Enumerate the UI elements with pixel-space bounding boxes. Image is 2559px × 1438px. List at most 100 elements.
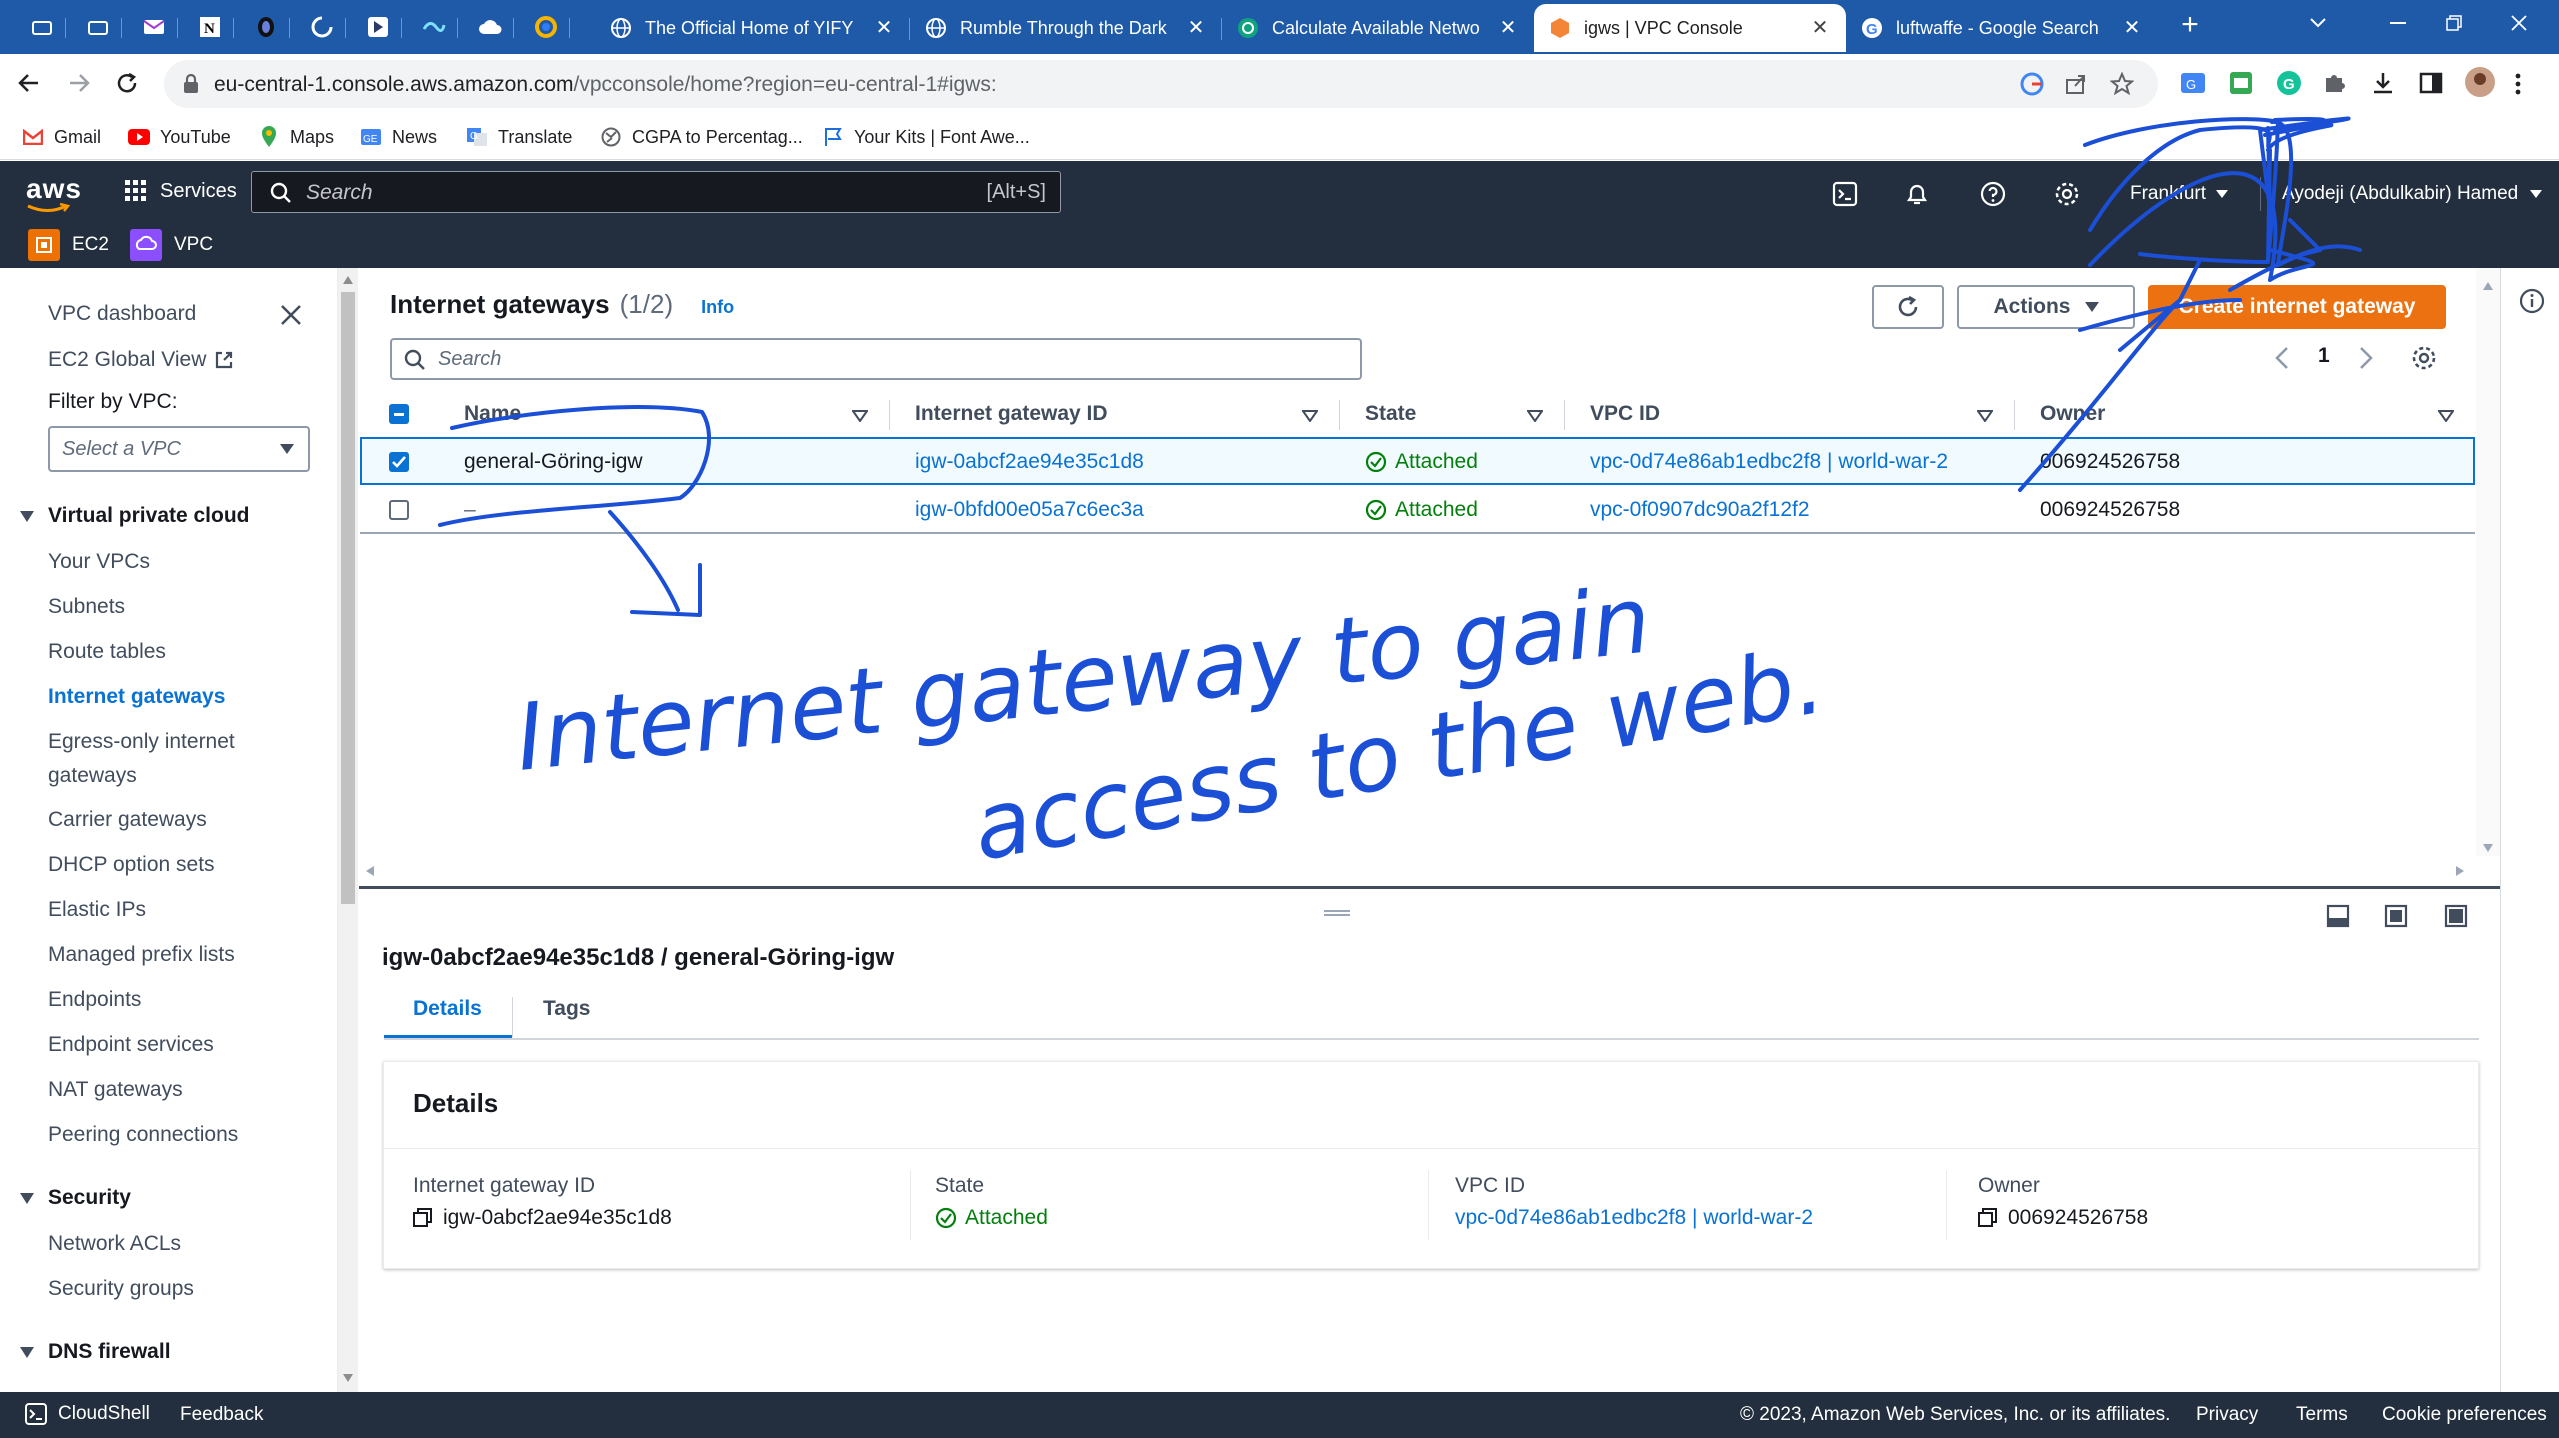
info-circle-icon[interactable] (2519, 288, 2545, 314)
more-menu-icon[interactable] (2514, 72, 2522, 96)
close-icon[interactable]: ✕ (1496, 16, 1520, 40)
field-value-vpc-id-link[interactable]: vpc-0d74e86ab1edbc2f8 | world-war-2 (1455, 1206, 1813, 1230)
nav-your-vpcs[interactable]: Your VPCs (48, 550, 150, 574)
nav-dhcp-option-sets[interactable]: DHCP option sets (48, 853, 215, 877)
bookmark-youtube[interactable]: YouTube (128, 114, 231, 160)
actions-button[interactable]: Actions (1957, 285, 2135, 329)
pinned-tab[interactable] (522, 6, 570, 48)
cloudshell-icon[interactable] (1830, 179, 1860, 209)
pinned-tab[interactable] (130, 6, 178, 48)
nav-egress-only-internet-gateways[interactable]: Egress-only internet (48, 730, 235, 754)
puzzle-icon[interactable] (2322, 70, 2348, 96)
bookmark-maps[interactable]: Maps (258, 114, 334, 160)
browser-tab[interactable]: Calculate Available Netwo ✕ (1222, 4, 1534, 52)
aws-logo[interactable]: aws (26, 173, 82, 205)
split-bottom-icon[interactable] (2326, 904, 2350, 928)
browser-tab-active[interactable]: igws | VPC Console ✕ (1534, 4, 1846, 52)
split-side-icon[interactable] (2384, 904, 2408, 928)
google-lens-icon[interactable] (2020, 72, 2044, 96)
nav-network-acls[interactable]: Network ACLs (48, 1232, 181, 1256)
nav-section-dns-firewall[interactable]: DNS firewall (18, 1340, 171, 1364)
copy-icon[interactable] (413, 1208, 433, 1228)
scroll-down-icon[interactable] (343, 1374, 353, 1382)
share-icon[interactable] (2064, 72, 2088, 96)
nav-route-tables[interactable]: Route tables (48, 640, 166, 664)
bookmark-translate[interactable]: G Translate (466, 114, 572, 160)
pinned-tab[interactable] (74, 6, 122, 48)
column-header-vpc-id[interactable]: VPC ID (1590, 402, 1660, 426)
pinned-tab[interactable] (298, 6, 346, 48)
address-bar[interactable]: eu-central-1.console.aws.amazon.com/vpcc… (164, 60, 2158, 108)
bookmark-font-awesome[interactable]: Your Kits | Font Awe... (822, 114, 1030, 160)
side-panel-icon[interactable] (2418, 70, 2444, 96)
nav-egress-only-internet-gateways-line2[interactable]: gateways (48, 764, 137, 788)
bookmark-news[interactable]: GE News (360, 114, 437, 160)
settings-gear-icon[interactable] (2052, 179, 2082, 209)
copy-icon[interactable] (1978, 1208, 1998, 1228)
nav-subnets[interactable]: Subnets (48, 595, 125, 619)
forward-button[interactable] (66, 70, 92, 96)
nav-ec2-global-view[interactable]: EC2 Global View (48, 348, 234, 372)
chevron-left-icon[interactable] (2274, 346, 2290, 370)
cell-vpc-id-link[interactable]: vpc-0d74e86ab1edbc2f8 | world-war-2 (1590, 450, 1948, 474)
translate-extension-icon[interactable]: G (2180, 70, 2206, 96)
star-icon[interactable] (2110, 72, 2134, 96)
avatar[interactable] (2464, 66, 2496, 98)
tab-search-button[interactable] (2278, 0, 2358, 46)
region-selector[interactable]: Frankfurt (2130, 183, 2229, 205)
column-header-name[interactable]: Name (464, 402, 521, 426)
bookmark-gmail[interactable]: Gmail (22, 114, 101, 160)
row-checkbox[interactable] (389, 500, 409, 520)
privacy-link[interactable]: Privacy (2196, 1404, 2258, 1426)
table-scrollbar[interactable] (2476, 268, 2500, 856)
pinned-tab[interactable] (466, 6, 514, 48)
nav-vpc-dashboard[interactable]: VPC dashboard (48, 302, 196, 326)
browser-tab[interactable]: G luftwaffe - Google Search ✕ (1846, 4, 2158, 52)
services-menu-button[interactable]: Services (124, 179, 237, 203)
favorite-vpc[interactable]: VPC (130, 229, 213, 261)
scroll-up-icon[interactable] (343, 276, 353, 284)
select-all-checkbox[interactable] (389, 404, 409, 424)
sort-caret-icon[interactable] (1527, 410, 1543, 422)
nav-security-groups[interactable]: Security groups (48, 1277, 194, 1301)
cell-gateway-id-link[interactable]: igw-0abcf2ae94e35c1d8 (915, 450, 1144, 474)
create-internet-gateway-button[interactable]: Create internet gateway (2148, 285, 2446, 329)
terms-link[interactable]: Terms (2296, 1404, 2348, 1426)
chevron-right-icon[interactable] (2358, 346, 2374, 370)
nav-carrier-gateways[interactable]: Carrier gateways (48, 808, 207, 832)
back-button[interactable] (16, 70, 42, 96)
close-icon[interactable]: ✕ (2120, 16, 2144, 40)
browser-tab[interactable]: The Official Home of YIFY ✕ (595, 4, 910, 52)
pinned-tab[interactable] (18, 6, 66, 48)
tab-details[interactable]: Details (413, 997, 482, 1021)
new-tab-button[interactable]: + (2172, 8, 2208, 44)
refresh-button[interactable] (1872, 285, 1944, 329)
close-icon[interactable]: ✕ (1184, 16, 1208, 40)
browser-tab[interactable]: Rumble Through the Dark ✕ (910, 4, 1222, 52)
drag-handle-icon[interactable] (1324, 910, 1350, 916)
nav-nat-gateways[interactable]: NAT gateways (48, 1078, 183, 1102)
column-header-state[interactable]: State (1365, 402, 1416, 426)
nav-managed-prefix-lists[interactable]: Managed prefix lists (48, 943, 235, 967)
split-full-icon[interactable] (2444, 904, 2468, 928)
nav-section-security[interactable]: Security (18, 1186, 131, 1210)
nav-endpoints[interactable]: Endpoints (48, 988, 141, 1012)
column-header-owner[interactable]: Owner (2040, 402, 2105, 426)
account-menu[interactable]: Ayodeji (Abdulkabir) Hamed (2282, 183, 2543, 205)
pinned-tab[interactable] (410, 6, 458, 48)
pinned-tab[interactable] (354, 6, 402, 48)
aws-search-input[interactable]: Search [Alt+S] (251, 171, 1061, 213)
nav-internet-gateways[interactable]: Internet gateways (48, 685, 225, 709)
nav-elastic-ips[interactable]: Elastic IPs (48, 898, 146, 922)
page-number[interactable]: 1 (2318, 344, 2330, 368)
bell-icon[interactable] (1902, 179, 1932, 209)
row-checkbox[interactable] (389, 452, 409, 472)
cell-gateway-id-link[interactable]: igw-0bfd00e05a7c6ec3a (915, 498, 1144, 522)
scrollbar-thumb[interactable] (341, 292, 355, 904)
sort-caret-icon[interactable] (852, 410, 868, 422)
cell-vpc-id-link[interactable]: vpc-0f0907dc90a2f12f2 (1590, 498, 1810, 522)
close-window-button[interactable] (2479, 0, 2559, 46)
pinned-tab[interactable] (242, 6, 290, 48)
nav-peering-connections[interactable]: Peering connections (48, 1123, 238, 1147)
close-icon[interactable]: ✕ (1808, 16, 1832, 40)
